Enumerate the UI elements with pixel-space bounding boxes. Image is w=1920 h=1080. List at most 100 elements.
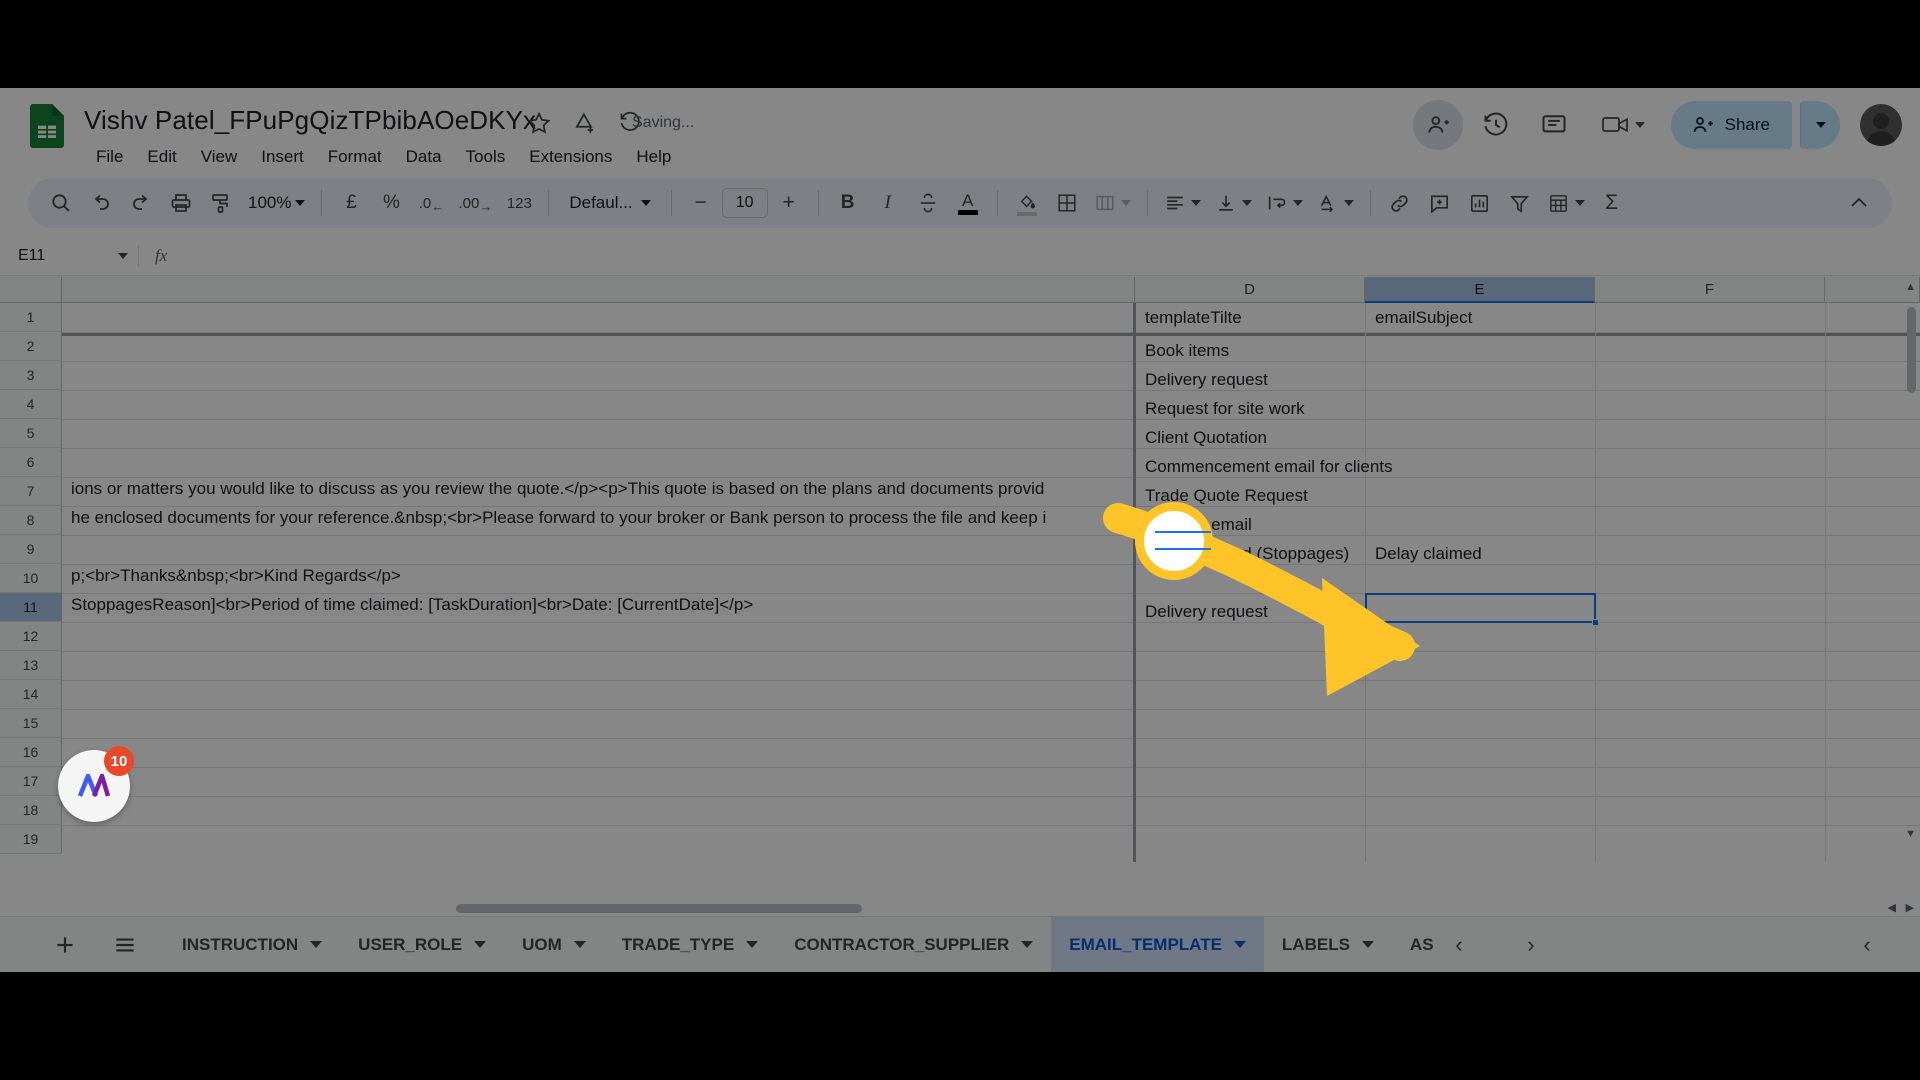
- sheet-tab-as[interactable]: AS: [1392, 917, 1436, 973]
- decrease-decimal-button[interactable]: .0 ←: [412, 184, 450, 222]
- name-box-chevron-down-icon[interactable]: [118, 252, 128, 259]
- side-panel-icon[interactable]: ‹: [1844, 922, 1890, 968]
- chevron-left-icon[interactable]: ‹: [1436, 922, 1482, 968]
- scroll-right-icon[interactable]: ▶: [1906, 901, 1914, 914]
- menu-edit[interactable]: Edit: [135, 144, 188, 170]
- cell-D9[interactable]: Delay claimed (Stoppages): [1136, 539, 1364, 568]
- menu-help[interactable]: Help: [624, 144, 683, 170]
- menu-view[interactable]: View: [189, 144, 250, 170]
- row-header-11[interactable]: 11: [0, 593, 62, 622]
- chevron-down-icon[interactable]: [1021, 941, 1034, 948]
- sheet-tab-instruction[interactable]: INSTRUCTION: [164, 917, 340, 973]
- row-header-7[interactable]: 7: [0, 477, 62, 506]
- increase-font-size-button[interactable]: +: [770, 184, 808, 222]
- meet-button[interactable]: [1587, 102, 1657, 148]
- column-header-f[interactable]: F: [1595, 277, 1825, 303]
- row-header-12[interactable]: 12: [0, 622, 62, 651]
- chevron-up-icon[interactable]: [1840, 184, 1878, 222]
- strikethrough-button[interactable]: [909, 184, 947, 222]
- chevron-down-icon[interactable]: [573, 941, 586, 948]
- row-header-8[interactable]: 8: [0, 506, 62, 535]
- row-header-16[interactable]: 16: [0, 738, 62, 767]
- chevron-down-icon[interactable]: [746, 941, 759, 948]
- decrease-font-size-button[interactable]: −: [682, 184, 720, 222]
- font-size-input[interactable]: 10: [721, 188, 768, 218]
- menu-data[interactable]: Data: [394, 144, 454, 170]
- horizontal-align-icon[interactable]: [1158, 184, 1207, 222]
- cell-selection-E11[interactable]: [1365, 593, 1596, 623]
- row-header-2[interactable]: 2: [0, 332, 62, 361]
- cell-D7[interactable]: Trade Quote Request: [1136, 481, 1364, 510]
- history-clock-icon[interactable]: [1471, 100, 1521, 150]
- scroll-up-icon[interactable]: ▲: [1905, 281, 1916, 293]
- chevron-down-icon[interactable]: [474, 941, 487, 948]
- row-header-4[interactable]: 4: [0, 390, 62, 419]
- cell-C9[interactable]: StoppagesReason]<br>Period of time claim…: [62, 590, 1133, 619]
- chevron-right-icon[interactable]: ›: [1508, 922, 1554, 968]
- chevron-down-icon[interactable]: [310, 941, 323, 948]
- text-color-button[interactable]: A: [949, 184, 987, 222]
- row-header-9[interactable]: 9: [0, 535, 62, 564]
- sheet-tab-email-template[interactable]: EMAIL_TEMPLATE: [1051, 916, 1264, 972]
- borders-icon[interactable]: [1048, 184, 1086, 222]
- menu-format[interactable]: Format: [316, 144, 394, 170]
- row-header-19[interactable]: 19: [0, 825, 62, 854]
- sigma-button[interactable]: Σ: [1593, 184, 1631, 222]
- comment-icon[interactable]: [1529, 100, 1579, 150]
- row-header-15[interactable]: 15: [0, 709, 62, 738]
- print-icon[interactable]: [162, 184, 200, 222]
- insert-comment-icon[interactable]: [1421, 184, 1459, 222]
- row-header-13[interactable]: 13: [0, 651, 62, 680]
- row-header-18[interactable]: 18: [0, 796, 62, 825]
- row-header-14[interactable]: 14: [0, 680, 62, 709]
- scroll-down-icon[interactable]: ▼: [1905, 828, 1916, 840]
- add-sheet-icon[interactable]: [42, 922, 88, 968]
- insert-link-icon[interactable]: [1381, 184, 1419, 222]
- cell-D3[interactable]: Delivery request: [1136, 365, 1364, 394]
- sheet-tab-labels[interactable]: LABELS: [1264, 917, 1392, 973]
- vertical-scrollbar-thumb[interactable]: [1907, 307, 1916, 393]
- chevron-down-icon[interactable]: [1361, 941, 1374, 948]
- vertical-align-icon[interactable]: [1209, 184, 1258, 222]
- cell-D11[interactable]: Delivery request: [1136, 597, 1364, 626]
- column-header-c[interactable]: [62, 277, 1135, 303]
- row-header-5[interactable]: 5: [0, 419, 62, 448]
- currency-format-button[interactable]: £: [332, 184, 370, 222]
- selection-fill-handle[interactable]: [1592, 619, 1599, 626]
- cell-C5[interactable]: ions or matters you would like to discus…: [62, 474, 1133, 503]
- row-header-1[interactable]: 1: [0, 303, 62, 332]
- scroll-left-icon[interactable]: ◀: [1888, 901, 1896, 914]
- horizontal-scrollbar-thumb[interactable]: [456, 904, 862, 913]
- sheet-tab-contractor-supplier[interactable]: CONTRACTOR_SUPPLIER: [776, 917, 1051, 973]
- text-rotation-icon[interactable]: [1311, 184, 1360, 222]
- insert-chart-icon[interactable]: [1461, 184, 1499, 222]
- functions-icon[interactable]: [1541, 184, 1591, 222]
- cell-D5[interactable]: Client Quotation: [1136, 423, 1364, 452]
- cell-E9[interactable]: Delay claimed: [1366, 539, 1594, 568]
- menu-insert[interactable]: Insert: [249, 144, 316, 170]
- menu-extensions[interactable]: Extensions: [517, 144, 624, 170]
- cell-D2[interactable]: Book items: [1136, 336, 1364, 365]
- select-all-corner[interactable]: [0, 277, 62, 303]
- all-sheets-icon[interactable]: [102, 922, 148, 968]
- bold-button[interactable]: B: [829, 184, 867, 222]
- search-icon[interactable]: [42, 184, 80, 222]
- filter-icon[interactable]: [1501, 184, 1539, 222]
- avatar[interactable]: [1860, 104, 1902, 146]
- increase-decimal-button[interactable]: .00 →: [452, 184, 498, 222]
- cell-D4[interactable]: Request for site work: [1136, 394, 1364, 423]
- text-wrap-icon[interactable]: [1260, 184, 1309, 222]
- cell-D8[interactable]: Booking email: [1136, 510, 1364, 539]
- undo-icon[interactable]: [82, 184, 120, 222]
- row-header-10[interactable]: 10: [0, 564, 62, 593]
- cell-D6[interactable]: Commencement email for clients: [1136, 452, 1486, 481]
- column-header-d[interactable]: D: [1135, 277, 1365, 303]
- cell-C6[interactable]: he enclosed documents for your reference…: [62, 503, 1133, 532]
- share-options-caret[interactable]: [1800, 101, 1840, 149]
- presence-icon[interactable]: [1412, 100, 1463, 150]
- row-header-17[interactable]: 17: [0, 767, 62, 796]
- more-formats-button[interactable]: 123: [500, 184, 538, 222]
- star-icon[interactable]: [526, 110, 552, 136]
- merge-cells-icon[interactable]: [1088, 184, 1137, 222]
- sheet-tab-user-role[interactable]: USER_ROLE: [340, 917, 504, 973]
